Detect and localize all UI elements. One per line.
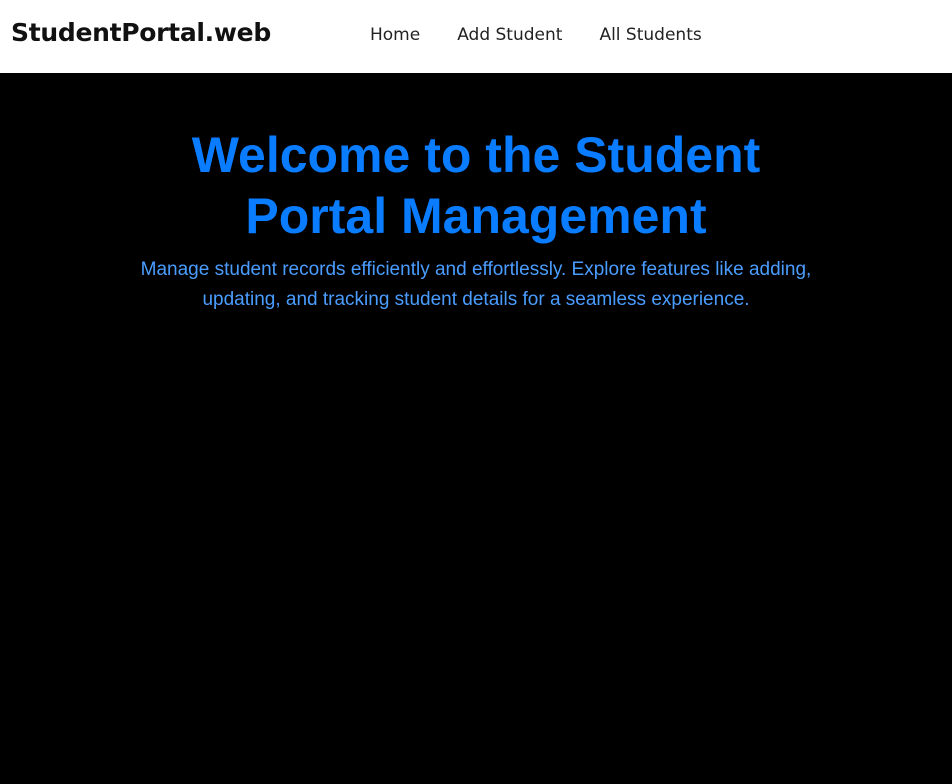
nav-link-all-students[interactable]: All Students <box>599 25 701 45</box>
nav-link-home[interactable]: Home <box>370 25 420 45</box>
nav-links: Home Add Student All Students <box>370 25 702 45</box>
hero-title: Welcome to the Student Portal Management <box>0 125 952 247</box>
hero-subtitle-line: updating, and tracking student details f… <box>202 289 750 310</box>
navbar: StudentPortal.web Home Add Student All S… <box>0 0 952 73</box>
nav-link-add-student[interactable]: Add Student <box>457 25 562 45</box>
brand-logo[interactable]: StudentPortal.web <box>11 18 271 47</box>
hero-section: Welcome to the Student Portal Management… <box>0 73 952 784</box>
hero-subtitle: Manage student records efficiently and e… <box>0 255 952 315</box>
hero-subtitle-line: Manage student records efficiently and e… <box>140 259 812 280</box>
hero-title-line: Portal Management <box>245 188 707 244</box>
hero-title-line: Welcome to the Student <box>191 127 761 183</box>
